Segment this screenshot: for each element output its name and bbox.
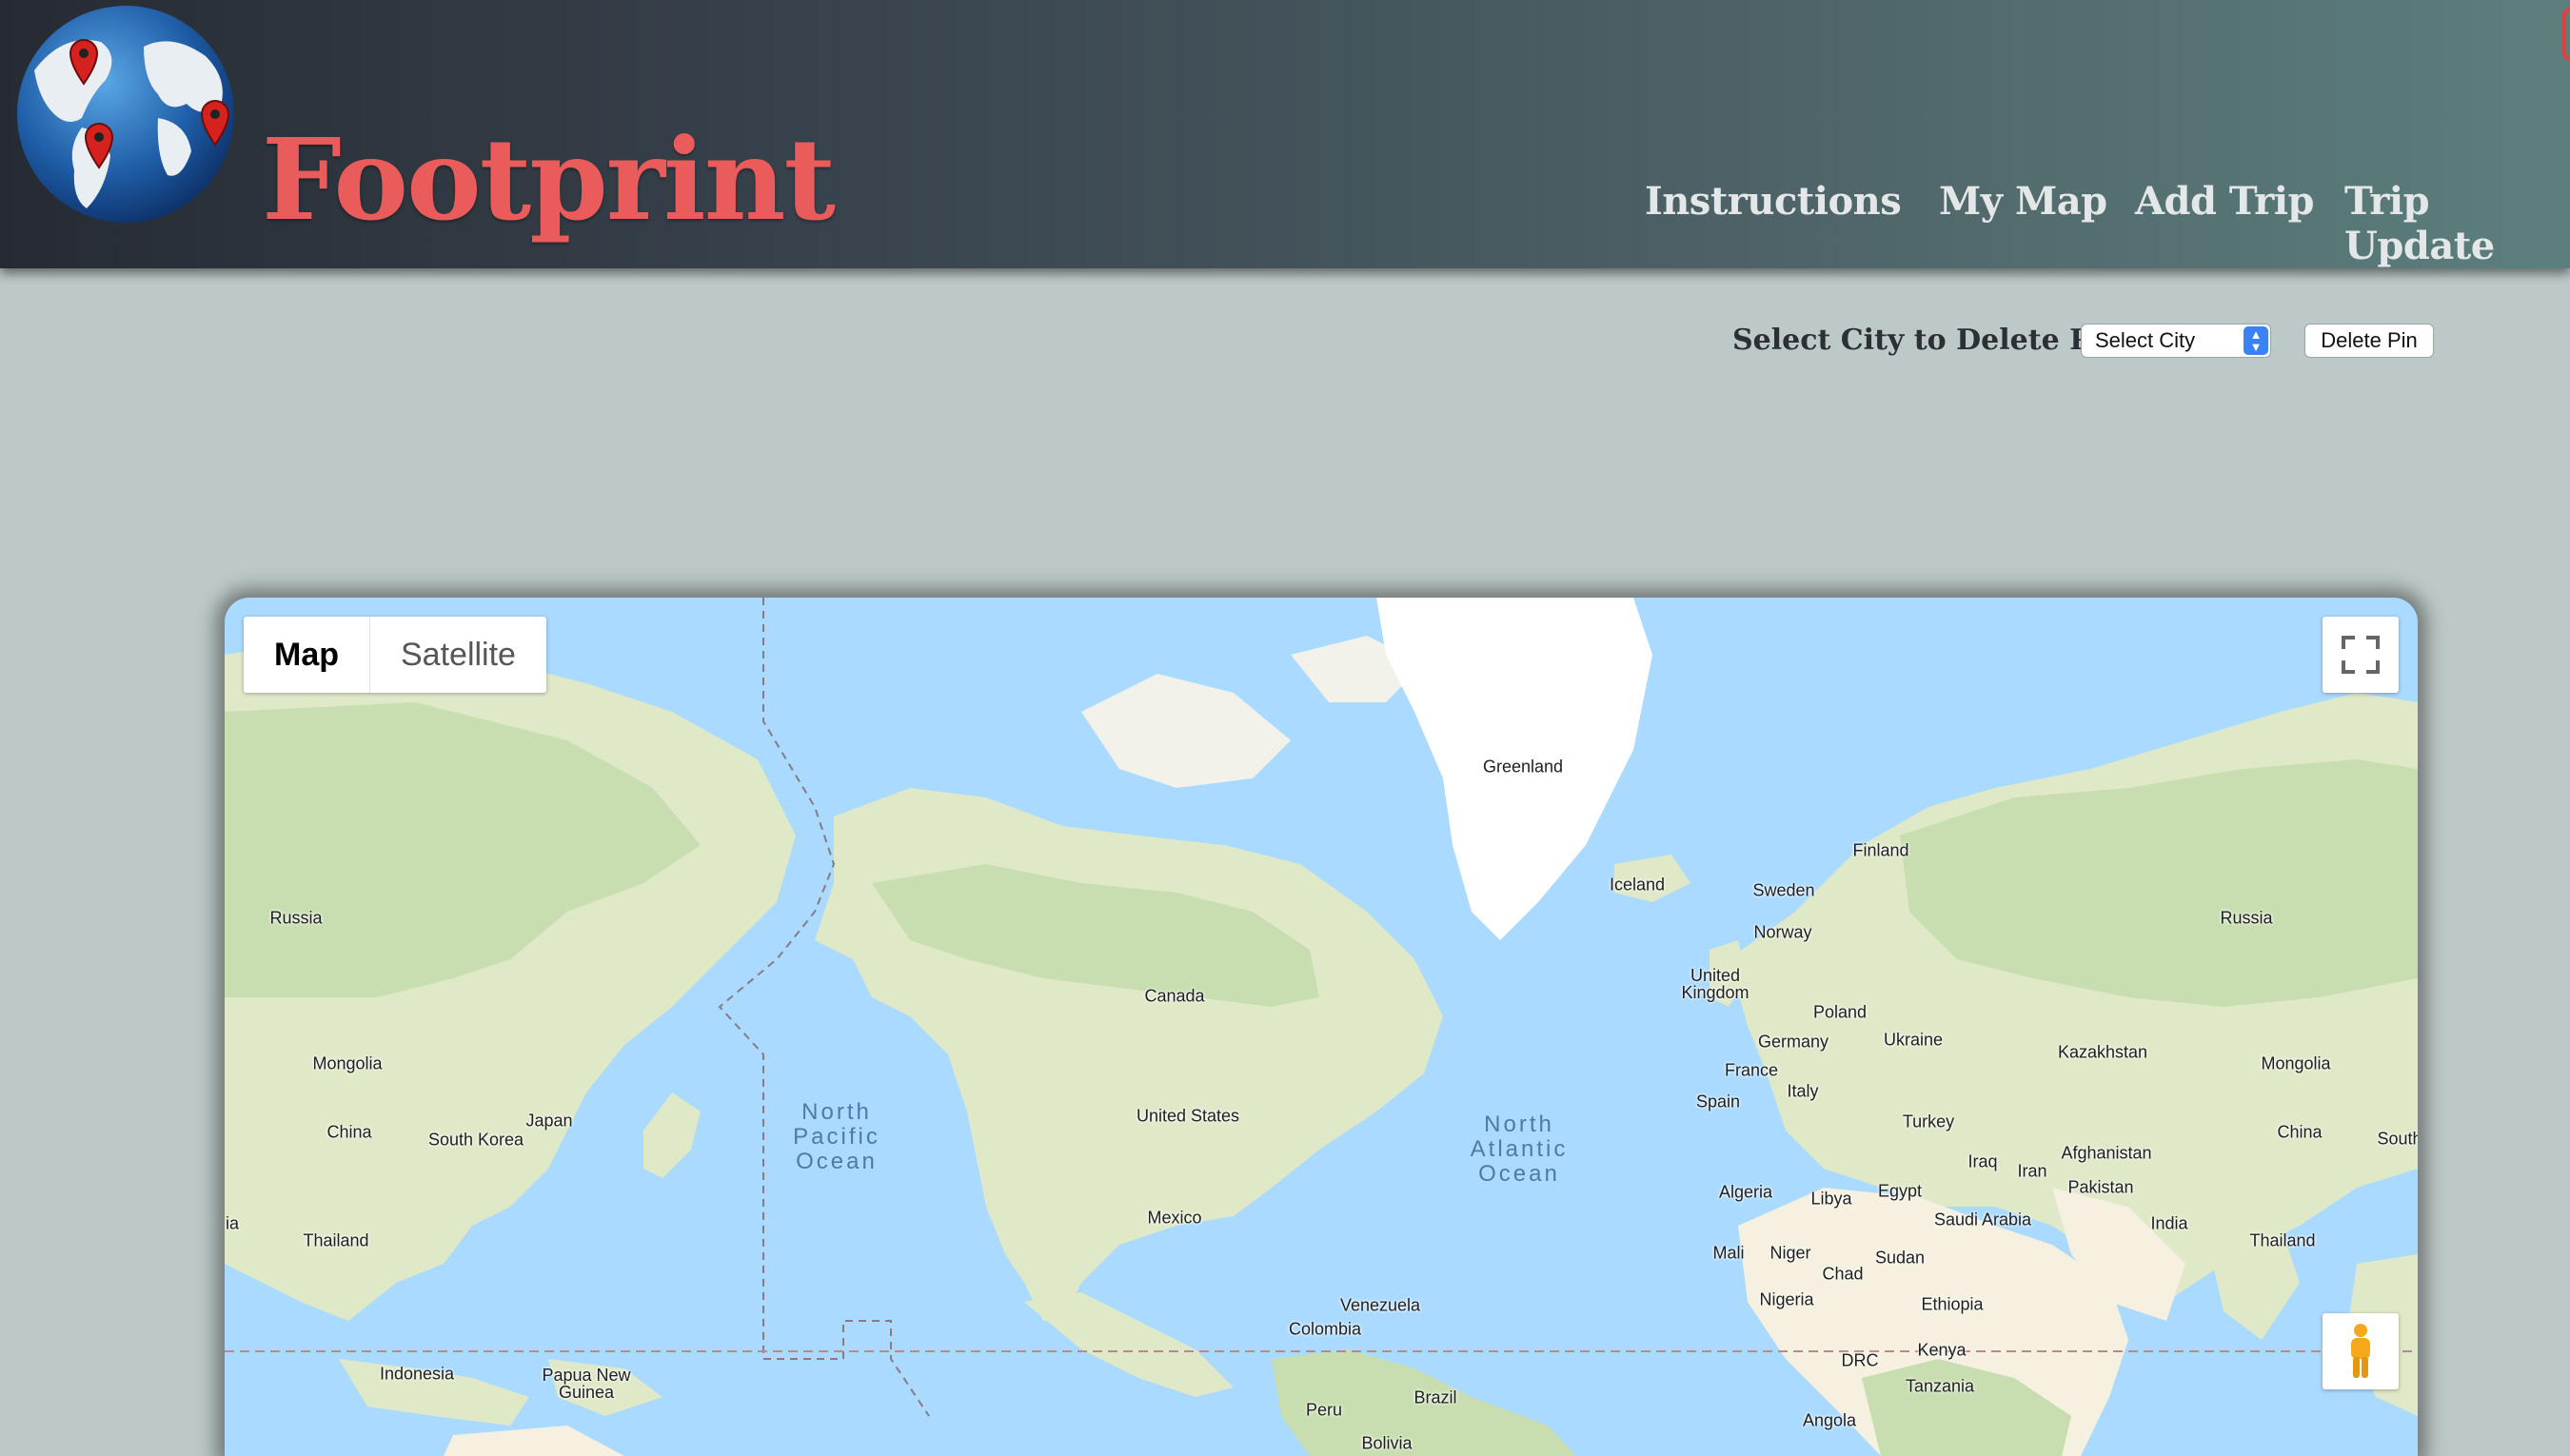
country-label-finland: Finland <box>1852 840 1909 860</box>
top-header: Footprint Instructions My Map Add Trip T… <box>0 0 2570 268</box>
country-label-iceland: Iceland <box>1609 875 1666 895</box>
country-label-ukraine: Ukraine <box>1883 1030 1944 1050</box>
country-label-venezuela: Venezuela <box>1339 1295 1421 1315</box>
country-label-thailand-east: Thailand <box>2249 1230 2316 1250</box>
country-label-mexico: Mexico <box>1147 1208 1202 1228</box>
country-label-indonesia: Indonesia <box>379 1364 455 1384</box>
country-label-france: France <box>1724 1060 1779 1080</box>
nav-instructions[interactable]: Instructions <box>1645 179 1902 224</box>
country-label-kenya: Kenya <box>1917 1340 1967 1360</box>
country-label-turkey: Turkey <box>1902 1112 1955 1131</box>
country-label-mali: Mali <box>1712 1243 1745 1263</box>
country-label-colombia: Colombia <box>1288 1319 1362 1339</box>
country-label-nigeria: Nigeria <box>1759 1289 1814 1309</box>
fullscreen-icon <box>2342 636 2380 674</box>
country-label-iraq: Iraq <box>1967 1151 1998 1171</box>
country-label-united-states: United States <box>1136 1106 1240 1126</box>
brand-title[interactable]: Footprint <box>262 124 836 236</box>
country-label-thailand-west: Thailand <box>303 1230 369 1250</box>
country-label-angola: Angola <box>1802 1410 1857 1430</box>
country-label-russia-west: Russia <box>269 908 323 928</box>
country-label-norway: Norway <box>1753 922 1812 942</box>
country-label-south-partial: South <box>2377 1129 2418 1149</box>
select-arrows-icon: ▲ ▼ <box>2244 326 2268 355</box>
country-label-mongolia-east: Mongolia <box>2261 1053 2331 1073</box>
country-label-japan: Japan <box>525 1111 573 1131</box>
country-label-papua-new-guinea: Papua New Guinea <box>542 1366 631 1402</box>
country-label-canada: Canada <box>1144 986 1205 1006</box>
country-label-spain: Spain <box>1695 1092 1741 1112</box>
country-label-kazakhstan: Kazakhstan <box>2057 1042 2148 1062</box>
country-label-south-korea: South Korea <box>427 1130 524 1150</box>
edge-indicator <box>2562 8 2570 61</box>
country-label-brazil: Brazil <box>1414 1387 1457 1407</box>
country-label-russia-east: Russia <box>2220 908 2273 928</box>
country-label-india: India <box>2150 1213 2188 1233</box>
country-label-libya: Libya <box>1810 1189 1852 1209</box>
country-label-ia-partial: ia <box>225 1213 240 1233</box>
country-label-iran: Iran <box>2017 1161 2047 1181</box>
world-map[interactable]: North Pacific Ocean North Atlantic Ocean… <box>225 598 2418 1456</box>
country-label-saudi-arabia: Saudi Arabia <box>1933 1210 2032 1230</box>
ocean-label-north-atlantic: North Atlantic Ocean <box>1470 1112 1569 1187</box>
country-label-egypt: Egypt <box>1877 1181 1923 1201</box>
country-label-germany: Germany <box>1757 1032 1829 1052</box>
map-type-satellite-button[interactable]: Satellite <box>370 617 546 693</box>
country-label-greenland: Greenland <box>1482 757 1564 777</box>
country-label-united-kingdom: United Kingdom <box>1681 966 1750 1002</box>
delete-pin-button[interactable]: Delete Pin <box>2304 324 2434 358</box>
country-label-sudan: Sudan <box>1874 1248 1926 1268</box>
nav-my-map[interactable]: My Map <box>1939 179 2107 224</box>
country-label-algeria: Algeria <box>1718 1182 1773 1202</box>
country-label-ethiopia: Ethiopia <box>1921 1294 1984 1314</box>
country-label-drc: DRC <box>1841 1350 1879 1370</box>
country-label-china-west: China <box>326 1122 372 1142</box>
fullscreen-button[interactable] <box>2323 617 2399 693</box>
street-view-pegman-button[interactable] <box>2323 1313 2399 1389</box>
country-label-tanzania: Tanzania <box>1905 1376 1975 1396</box>
city-select[interactable]: Select City ▲ ▼ <box>2081 324 2271 358</box>
globe-with-pins-icon[interactable] <box>15 4 236 225</box>
nav-add-trip[interactable]: Add Trip <box>2135 179 2315 224</box>
city-select-value: Select City <box>2095 328 2196 352</box>
country-label-china-east: China <box>2277 1122 2323 1142</box>
ocean-label-north-pacific: North Pacific Ocean <box>793 1099 880 1174</box>
delete-pin-label: Select City to Delete Pin: <box>1732 324 2133 357</box>
street-view-pegman-icon <box>2351 1324 2370 1378</box>
nav-trip-update[interactable]: Trip Update <box>2344 179 2570 268</box>
country-label-peru: Peru <box>1305 1400 1343 1420</box>
country-label-afghanistan: Afghanistan <box>2061 1143 2152 1163</box>
map-type-map-button[interactable]: Map <box>244 617 370 693</box>
country-label-pakistan: Pakistan <box>2067 1177 2134 1197</box>
map-type-control: Map Satellite <box>244 617 546 693</box>
country-label-mongolia-west: Mongolia <box>312 1053 383 1073</box>
country-label-sweden: Sweden <box>1752 880 1815 900</box>
country-label-niger: Niger <box>1769 1243 1811 1263</box>
country-label-italy: Italy <box>1787 1081 1819 1101</box>
country-label-poland: Poland <box>1812 1002 1868 1022</box>
country-label-chad: Chad <box>1822 1264 1864 1284</box>
country-label-bolivia: Bolivia <box>1361 1433 1413 1453</box>
